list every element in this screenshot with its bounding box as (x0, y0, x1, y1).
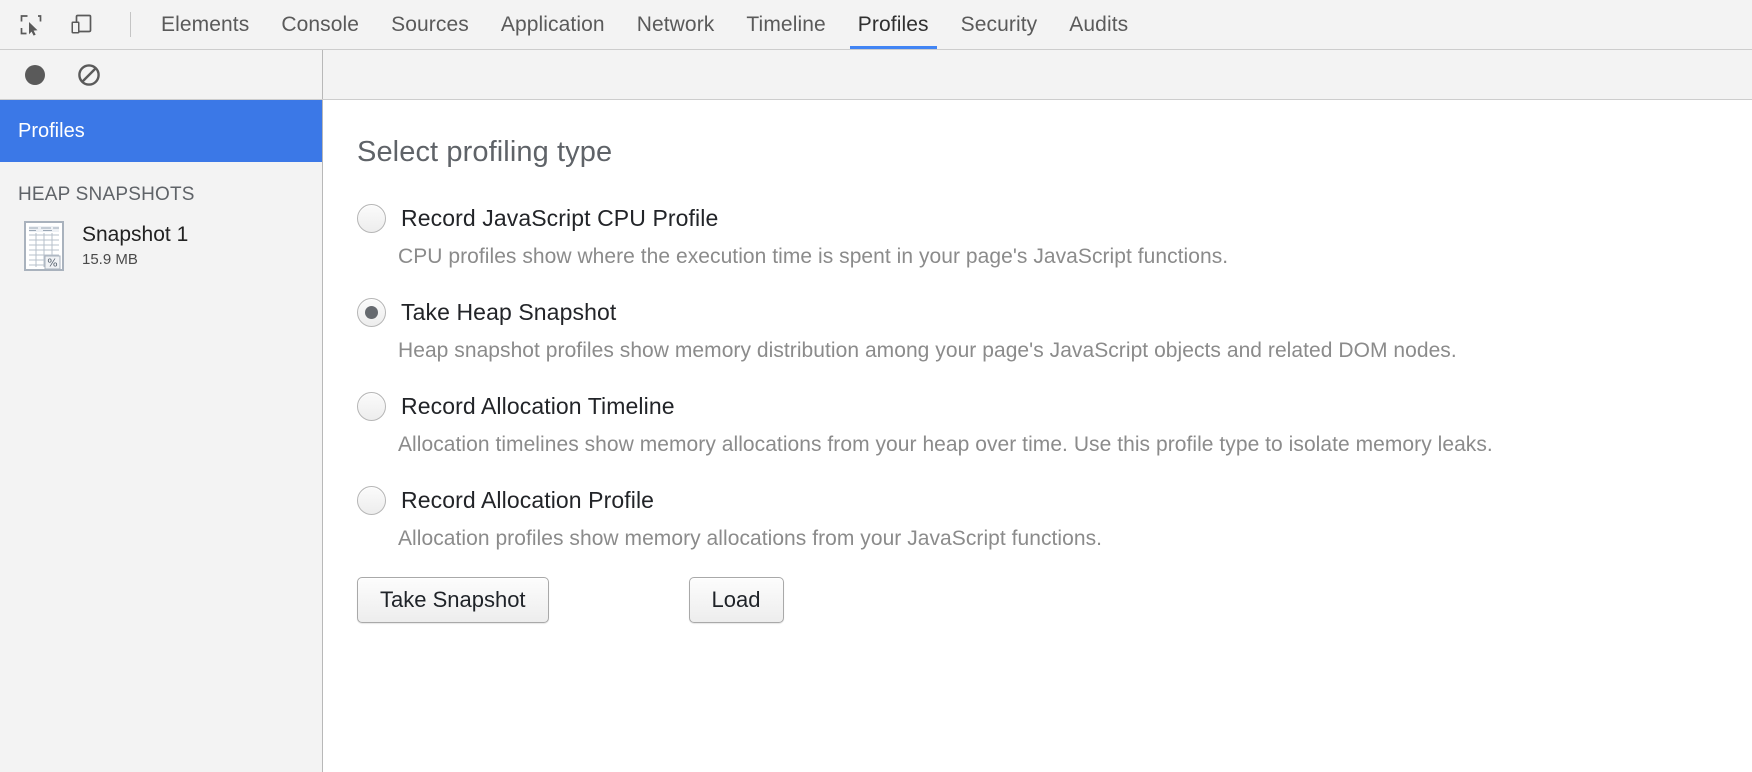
tab-sources[interactable]: Sources (375, 0, 485, 49)
heap-snapshot-document-icon: % (22, 220, 66, 272)
toolbar-divider (130, 12, 131, 37)
svg-text:%: % (47, 257, 57, 270)
option-label: Record Allocation Timeline (401, 392, 675, 419)
tab-timeline[interactable]: Timeline (730, 0, 841, 49)
radio-row-allocation-profile[interactable]: Record Allocation Profile (357, 483, 1752, 517)
radio-dot (365, 305, 378, 319)
sidebar-section-label: HEAP SNAPSHOTS (18, 184, 195, 205)
option-description: Allocation profiles show memory allocati… (398, 527, 1103, 550)
devtools-body: Profiles HEAP SNAPSHOTS % Snapshot 1 15.… (0, 100, 1752, 772)
page-title: Select profiling type (357, 136, 613, 168)
tab-label: Elements (161, 12, 250, 36)
radio-row-heap-snapshot[interactable]: Take Heap Snapshot (357, 295, 1752, 329)
tab-label: Application (500, 12, 605, 36)
devtools-main-toolbar: Elements Console Sources Application Net… (0, 0, 1752, 50)
tab-label: Sources (391, 12, 469, 36)
profiles-toolbar (0, 50, 1752, 100)
profile-option-allocation-timeline: Record Allocation Timeline Allocation ti… (357, 389, 1752, 457)
option-label: Take Heap Snapshot (401, 298, 617, 325)
tab-label: Profiles (857, 12, 929, 36)
radio-allocation-timeline[interactable] (357, 391, 386, 421)
option-description: Allocation timelines show memory allocat… (398, 433, 1493, 456)
list-item[interactable]: % Snapshot 1 15.9 MB (0, 216, 322, 276)
devtools-window: Elements Console Sources Application Net… (0, 0, 1752, 772)
radio-row-cpu-profile[interactable]: Record JavaScript CPU Profile (357, 201, 1752, 235)
tab-profiles[interactable]: Profiles (842, 0, 945, 49)
snapshot-size: 15.9 MB (82, 250, 138, 268)
clear-no-entry-icon[interactable] (76, 62, 102, 88)
tab-security[interactable]: Security (945, 0, 1054, 49)
radio-cpu-profile[interactable] (357, 203, 386, 233)
tab-audits[interactable]: Audits (1053, 0, 1144, 49)
profiles-toolbar-empty (323, 50, 1752, 99)
record-circle-icon[interactable] (22, 62, 48, 88)
sidebar-item-profiles[interactable]: Profiles (0, 100, 322, 162)
sidebar-header-label: Profiles (18, 119, 85, 142)
profile-option-cpu-profile: Record JavaScript CPU Profile CPU profil… (357, 201, 1752, 269)
devtools-tab-list: Elements Console Sources Application Net… (145, 0, 1144, 49)
profile-option-allocation-profile: Record Allocation Profile Allocation pro… (357, 483, 1752, 551)
sidebar-section-heap-snapshots: HEAP SNAPSHOTS (0, 162, 322, 216)
profiles-sidebar: Profiles HEAP SNAPSHOTS % Snapshot 1 15.… (0, 100, 323, 772)
option-label: Record JavaScript CPU Profile (401, 204, 719, 231)
tab-label: Network (636, 12, 715, 36)
profile-option-heap-snapshot: Take Heap Snapshot Heap snapshot profile… (357, 295, 1752, 363)
profile-launcher-view: Select profiling type Record JavaScript … (323, 100, 1752, 772)
profiles-toolbar-actions (0, 50, 323, 99)
tab-network[interactable]: Network (621, 0, 731, 49)
tab-application[interactable]: Application (485, 0, 621, 49)
tab-elements[interactable]: Elements (145, 0, 265, 49)
tab-label: Security (960, 12, 1038, 36)
radio-allocation-profile[interactable] (357, 485, 386, 515)
option-label: Record Allocation Profile (401, 486, 655, 513)
load-button[interactable]: Load (688, 577, 784, 623)
radio-row-allocation-timeline[interactable]: Record Allocation Timeline (357, 389, 1752, 423)
tab-label: Timeline (746, 12, 826, 36)
device-toolbar-icon[interactable] (64, 8, 98, 42)
toolbar-icon-group (0, 0, 145, 49)
radio-heap-snapshot[interactable] (357, 297, 386, 327)
take-snapshot-button[interactable]: Take Snapshot (357, 577, 549, 623)
tab-label: Console (281, 12, 360, 36)
snapshot-name: Snapshot 1 (82, 223, 189, 247)
launcher-buttons: Take Snapshot Load (357, 577, 1752, 623)
inspect-element-icon[interactable] (14, 8, 48, 42)
option-description: Heap snapshot profiles show memory distr… (398, 339, 1457, 362)
tab-console[interactable]: Console (265, 0, 375, 49)
option-description: CPU profiles show where the execution ti… (398, 245, 1229, 268)
snapshot-text: Snapshot 1 15.9 MB (82, 222, 188, 270)
tab-label: Audits (1069, 12, 1129, 36)
